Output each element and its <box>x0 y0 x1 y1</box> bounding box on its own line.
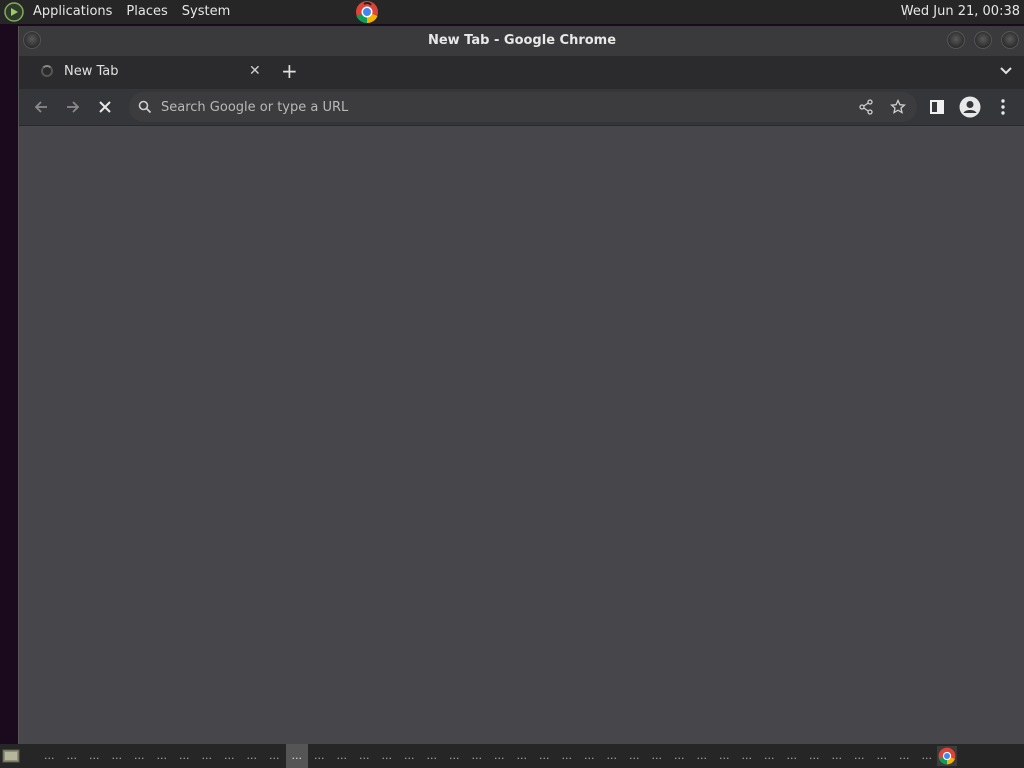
tab-strip: New Tab ✕ + <box>19 56 1024 89</box>
clock[interactable]: Wed Jun 21, 00:38 <box>901 0 1020 24</box>
workspace-button[interactable]: ... <box>83 744 106 768</box>
kebab-menu-icon[interactable] <box>993 97 1013 117</box>
workspace-button[interactable]: ... <box>533 744 556 768</box>
share-icon[interactable] <box>858 99 874 115</box>
workspace-button[interactable]: ... <box>353 744 376 768</box>
workspace-button[interactable]: ... <box>511 744 534 768</box>
tab-search-icon[interactable] <box>999 64 1013 78</box>
workspace-button[interactable]: ... <box>263 744 286 768</box>
workspace-button[interactable]: ... <box>601 744 624 768</box>
page-content[interactable] <box>19 126 1024 744</box>
workspace-button[interactable]: ... <box>218 744 241 768</box>
workspace-button[interactable]: ... <box>781 744 804 768</box>
workspace-button[interactable]: ... <box>285 744 308 768</box>
address-input[interactable] <box>161 92 841 122</box>
workspace-button[interactable]: ... <box>196 744 219 768</box>
close-window-button[interactable] <box>1001 31 1019 49</box>
tab-title: New Tab <box>64 64 119 79</box>
workspace-button[interactable]: ... <box>758 744 781 768</box>
workspace-button[interactable]: ... <box>61 744 84 768</box>
workspace-button[interactable]: ... <box>376 744 399 768</box>
workspace-button[interactable]: ... <box>466 744 489 768</box>
chrome-window: New Tab - Google Chrome New Tab ✕ + <box>18 26 1024 744</box>
workspace-button[interactable]: ... <box>668 744 691 768</box>
tab-close-icon[interactable]: ✕ <box>249 63 261 79</box>
workspace-button[interactable]: ... <box>893 744 916 768</box>
workspace-button[interactable]: ... <box>803 744 826 768</box>
stop-icon[interactable] <box>95 97 115 117</box>
workspace-button[interactable]: ... <box>443 744 466 768</box>
workspace-button[interactable]: ... <box>623 744 646 768</box>
workspace-button[interactable]: ... <box>308 744 331 768</box>
window-titlebar[interactable]: New Tab - Google Chrome <box>19 26 1024 56</box>
workspace-button[interactable]: ... <box>151 744 174 768</box>
tab-new-tab[interactable]: New Tab ✕ <box>25 56 270 89</box>
window-title: New Tab - Google Chrome <box>427 33 617 48</box>
workspace-button[interactable]: ... <box>736 744 759 768</box>
chrome-icon[interactable] <box>355 0 379 24</box>
top-panel: Applications Places System Wed Jun 21, 0… <box>0 0 1024 24</box>
workspace-button[interactable]: ... <box>331 744 354 768</box>
loading-spinner-icon <box>41 65 53 77</box>
maximize-button[interactable] <box>974 31 992 49</box>
workspace-button[interactable]: ... <box>916 744 939 768</box>
mate-menu-icon[interactable] <box>4 2 24 22</box>
workspace-button[interactable]: ... <box>488 744 511 768</box>
new-tab-button[interactable]: + <box>281 59 298 83</box>
profile-icon[interactable] <box>959 96 981 118</box>
bottom-panel: ........................................… <box>0 744 1024 768</box>
workspace-button[interactable]: ... <box>421 744 444 768</box>
workspace-button[interactable]: ... <box>713 744 736 768</box>
workspace-button[interactable]: ... <box>578 744 601 768</box>
workspace-button[interactable]: ... <box>128 744 151 768</box>
toolbar <box>19 89 1024 126</box>
omnibox[interactable] <box>129 92 917 122</box>
menu-places[interactable]: Places <box>119 0 174 24</box>
chrome-icon[interactable] <box>937 746 957 766</box>
workspace-button[interactable]: ... <box>38 744 61 768</box>
search-icon <box>138 100 152 114</box>
menu-system[interactable]: System <box>175 0 237 24</box>
menu-applications[interactable]: Applications <box>26 0 119 24</box>
workspace-button[interactable]: ... <box>646 744 669 768</box>
window-menu-button[interactable] <box>23 31 41 49</box>
workspace-button[interactable]: ... <box>871 744 894 768</box>
workspace-button[interactable]: ... <box>173 744 196 768</box>
desktop-background <box>0 24 18 744</box>
workspace-button[interactable]: ... <box>691 744 714 768</box>
side-panel-icon[interactable] <box>927 97 947 117</box>
workspace-switcher[interactable]: ........................................… <box>38 744 961 768</box>
forward-icon[interactable] <box>63 97 83 117</box>
workspace-button[interactable]: ... <box>848 744 871 768</box>
show-desktop-icon[interactable] <box>2 748 20 764</box>
workspace-button[interactable]: ... <box>398 744 421 768</box>
workspace-button[interactable]: ... <box>106 744 129 768</box>
workspace-button[interactable]: ... <box>826 744 849 768</box>
workspace-button[interactable]: ... <box>556 744 579 768</box>
back-icon[interactable] <box>31 97 51 117</box>
minimize-button[interactable] <box>947 31 965 49</box>
bookmark-star-icon[interactable] <box>890 99 906 115</box>
workspace-button[interactable]: ... <box>241 744 264 768</box>
